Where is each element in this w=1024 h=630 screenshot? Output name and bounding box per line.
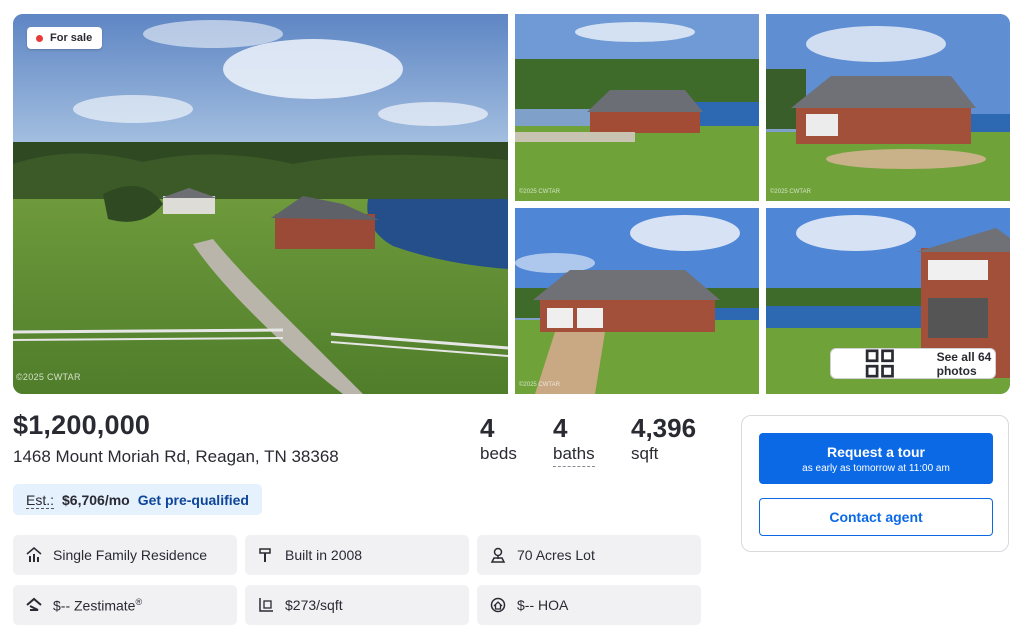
contact-card: Request a tour as early as tomorrow at 1… xyxy=(741,415,1009,552)
contact-agent-button[interactable]: Contact agent xyxy=(759,498,993,536)
estimate-value: $6,706/mo xyxy=(62,491,130,508)
photo-thumbnail[interactable]: ©2025 CWTAR xyxy=(766,14,1010,201)
fact-zestimate: $-- Zestimate® xyxy=(13,585,237,625)
beds-label: beds xyxy=(480,444,517,463)
fact-text: Single Family Residence xyxy=(53,547,208,563)
photo-thumbnail[interactable]: ©2025 CWTAR xyxy=(515,208,759,394)
grid-icon xyxy=(865,349,894,378)
request-tour-subtext: as early as tomorrow at 11:00 am xyxy=(802,463,950,474)
fact-text: $-- HOA xyxy=(517,597,569,613)
request-tour-label: Request a tour xyxy=(826,444,925,460)
photo-thumbnail[interactable]: ©2025 CWTAR xyxy=(515,14,759,201)
price-per-sqft-icon xyxy=(259,598,273,612)
baths-stat[interactable]: 4 baths xyxy=(553,413,595,467)
photo-watermark: ©2025 CWTAR xyxy=(519,189,560,195)
for-sale-badge: For sale xyxy=(27,27,103,49)
map-pin-icon xyxy=(490,547,506,563)
house-chart-icon xyxy=(26,547,42,562)
fact-year-built: Built in 2008 xyxy=(245,535,469,575)
get-prequalified-link[interactable]: Get pre-qualified xyxy=(138,492,249,508)
photo-thumbnail[interactable]: See all 64 photos xyxy=(766,208,1010,394)
baths-value: 4 xyxy=(553,413,568,443)
main-photo[interactable]: For sale ©2025 CWTAR xyxy=(13,14,508,394)
zestimate-icon xyxy=(26,597,42,611)
listing-price: $1,200,000 xyxy=(13,410,151,440)
fact-text: $273/sqft xyxy=(285,597,343,613)
fact-text: Built in 2008 xyxy=(285,547,363,563)
photo-gallery: For sale ©2025 CWTAR ©2025 CWTAR ©2025 C… xyxy=(13,14,1010,394)
sqft-value: 4,396 xyxy=(631,413,697,443)
hoa-icon xyxy=(490,597,506,613)
beds-stat: 4 beds xyxy=(480,413,517,464)
fact-home-type: Single Family Residence xyxy=(13,535,237,575)
fact-price-per-sqft: $273/sqft xyxy=(245,585,469,625)
fact-text: 70 Acres Lot xyxy=(517,547,595,563)
sqft-label: sqft xyxy=(631,444,659,463)
beds-value: 4 xyxy=(480,413,495,443)
fact-lot-size: 70 Acres Lot xyxy=(477,535,701,575)
baths-label[interactable]: baths xyxy=(553,444,595,467)
payment-estimate: Est.: $6,706/mo Get pre-qualified xyxy=(13,484,262,515)
photo-watermark: ©2025 CWTAR xyxy=(519,382,560,388)
photo-watermark: ©2025 CWTAR xyxy=(770,189,811,195)
see-all-photos-button[interactable]: See all 64 photos xyxy=(830,348,996,379)
sqft-stat: 4,396 sqft xyxy=(631,413,696,464)
listing-address: 1468 Mount Moriah Rd, Reagan, TN 38368 xyxy=(13,447,339,466)
fact-text: $-- Zestimate® xyxy=(53,596,143,614)
status-dot-icon xyxy=(36,34,43,42)
photo-watermark: ©2025 CWTAR xyxy=(16,372,81,382)
see-all-photos-label: See all 64 photos xyxy=(936,349,992,378)
for-sale-label: For sale xyxy=(50,32,93,44)
request-tour-button[interactable]: Request a tour as early as tomorrow at 1… xyxy=(759,433,993,484)
estimate-label[interactable]: Est.: xyxy=(26,491,55,509)
fact-hoa: $-- HOA xyxy=(477,585,701,625)
hammer-icon xyxy=(259,548,271,562)
